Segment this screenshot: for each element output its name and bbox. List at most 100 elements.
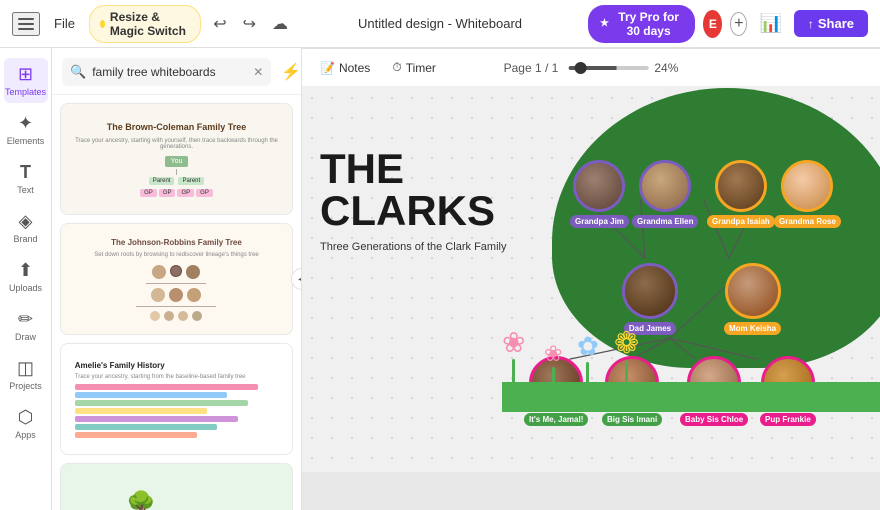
pro-button[interactable]: ★ Try Pro for 30 days <box>588 5 695 43</box>
sidebar-item-elements[interactable]: ✦ Elements <box>4 107 48 152</box>
share-button[interactable]: ↑ Share <box>794 10 868 37</box>
sidebar-item-elements-label: Elements <box>7 136 45 146</box>
templates-scroll: The Brown-Coleman Family Tree Trace your… <box>52 95 301 510</box>
notes-button[interactable]: 📝 Notes <box>314 58 376 78</box>
person-label-imani: Big Sis Imani <box>602 413 662 426</box>
sidebar-item-templates[interactable]: ⊞ Templates <box>4 58 48 103</box>
person-mom-keisha: Mom Keisha <box>724 263 781 335</box>
hamburger-menu[interactable] <box>12 12 40 36</box>
notes-icon: 📝 <box>320 61 335 75</box>
template-card-1[interactable]: The Brown-Coleman Family Tree Trace your… <box>60 103 293 215</box>
person-label-grandma-ellen: Grandma Ellen <box>632 215 698 228</box>
flower-pink: ❀ <box>502 326 525 387</box>
design-subtitle: Three Generations of the Clark Family <box>320 240 506 255</box>
analytics-button[interactable]: 📊 <box>755 11 785 36</box>
grass-strip <box>502 382 880 412</box>
person-label-grandma-rose: Grandma Rose <box>774 215 841 228</box>
redo-icon: ↪ <box>243 14 256 34</box>
sidebar-item-draw[interactable]: ✏ Draw <box>4 303 48 348</box>
person-dad-james: Dad James <box>622 263 678 335</box>
flower-blue-icon: ✿ <box>577 331 599 362</box>
person-label-jamal: It's Me, Jamal! <box>524 413 588 426</box>
template-1-title: The Brown-Coleman Family Tree <box>107 122 247 132</box>
search-input-wrap: 🔍 ✕ <box>62 58 271 86</box>
timer-icon: ⏱ <box>392 60 401 75</box>
sidebar-item-brand-label: Brand <box>13 234 37 244</box>
person-grandpa-isaiah: Grandpa Isaiah <box>707 160 775 228</box>
canvas-area[interactable]: Position THE CLARKS Three Generations of… <box>302 48 880 510</box>
brand-dot-icon <box>100 20 105 28</box>
sidebar-item-text-label: Text <box>17 185 34 195</box>
search-input[interactable] <box>92 65 247 79</box>
timer-label: Timer <box>406 61 436 75</box>
design-title-line1: THE CLARKS <box>320 148 506 232</box>
template-card-3[interactable]: Amelie's Family History Trace your ances… <box>60 343 293 455</box>
sidebar-item-draw-label: Draw <box>15 332 36 342</box>
design-canvas: THE CLARKS Three Generations of the Clar… <box>302 68 880 472</box>
template-3-title: Amelie's Family History <box>75 361 278 370</box>
templates-panel: 🔍 ✕ ⚡ The Brown-Coleman Family Tree Trac… <box>52 48 302 510</box>
sidebar-item-apps[interactable]: ⬡ Apps <box>4 401 48 446</box>
flower-yellow-icon: ❁ <box>614 326 639 361</box>
person-label-grandpa-jim: Grandpa Jim <box>570 215 629 228</box>
file-menu[interactable]: File <box>48 12 81 35</box>
person-grandpa-jim: Grandpa Jim <box>570 160 629 228</box>
page-info: Page 1 / 1 <box>504 61 559 75</box>
brand-pill[interactable]: Resize & Magic Switch <box>89 5 201 43</box>
title-section: THE CLARKS Three Generations of the Clar… <box>320 148 506 255</box>
person-label-frankie: Pup Frankie <box>760 413 816 426</box>
cloud-icon: ☁ <box>272 14 288 34</box>
tree-blob <box>552 88 880 368</box>
zoom-slider-wrap: 24% <box>568 61 678 75</box>
sidebar-item-text[interactable]: T Text <box>4 156 48 201</box>
flower-pink-icon: ❀ <box>502 326 525 359</box>
redo-button[interactable]: ↪ <box>239 10 260 38</box>
design-title[interactable]: Untitled design - Whiteboard <box>358 16 522 31</box>
undo-icon: ↩ <box>213 14 226 34</box>
flower-pink-2-icon: ❀ <box>544 341 562 367</box>
cloud-save-button[interactable]: ☁ <box>268 10 292 38</box>
sidebar-item-projects-label: Projects <box>9 381 42 391</box>
person-label-chloe: Baby Sis Chloe <box>680 413 748 426</box>
flower-yellow: ❁ <box>614 326 639 387</box>
person-label-mom-keisha: Mom Keisha <box>724 322 781 335</box>
person-label-grandpa-isaiah: Grandpa Isaiah <box>707 215 775 228</box>
topbar: File Resize & Magic Switch ↩ ↪ ☁ Untitle… <box>0 0 880 48</box>
timer-button[interactable]: ⏱ Timer <box>386 57 442 78</box>
uploads-icon: ⬆ <box>18 260 33 281</box>
zoom-percentage: 24% <box>654 61 678 75</box>
filter-button[interactable]: ⚡ <box>277 58 302 86</box>
person-grandma-ellen: Grandma Ellen <box>632 160 698 228</box>
draw-icon: ✏ <box>18 309 33 330</box>
sidebar-item-apps-label: Apps <box>15 430 36 440</box>
share-icon: ↑ <box>808 17 814 31</box>
sidebar-item-uploads[interactable]: ⬆ Uploads <box>4 254 48 299</box>
undo-button[interactable]: ↩ <box>209 10 230 38</box>
flower-pink-2: ❀ <box>544 341 562 387</box>
pro-label: Try Pro for 30 days <box>614 10 683 38</box>
brand-icon: ◈ <box>19 211 33 232</box>
sidebar-item-projects[interactable]: ◫ Projects <box>4 352 48 397</box>
person-grandma-rose: Grandma Rose <box>774 160 841 228</box>
star-icon: ★ <box>600 18 609 29</box>
add-collaborator-button[interactable]: + <box>730 12 747 36</box>
sidebar-item-brand[interactable]: ◈ Brand <box>4 205 48 250</box>
zoom-slider[interactable] <box>568 66 648 70</box>
template-card-2[interactable]: The Johnson-Robbins Family Tree Set down… <box>60 223 293 335</box>
templates-icon: ⊞ <box>18 64 33 85</box>
brand-label: Resize & Magic Switch <box>110 10 190 38</box>
notes-label: Notes <box>339 61 370 75</box>
tree-container: Grandpa Jim Grandma Ellen Grandpa Isaiah <box>502 88 880 412</box>
text-icon: T <box>20 162 31 183</box>
projects-icon: ◫ <box>17 358 34 379</box>
sidebar-item-templates-label: Templates <box>5 87 46 97</box>
clear-search-button[interactable]: ✕ <box>253 65 263 79</box>
apps-icon: ⬡ <box>18 407 34 428</box>
elements-icon: ✦ <box>18 113 33 134</box>
main-area: ⊞ Templates ✦ Elements T Text ◈ Brand ⬆ … <box>0 48 880 510</box>
search-bar: 🔍 ✕ ⚡ <box>52 48 301 95</box>
canvas-background: Position THE CLARKS Three Generations of… <box>302 48 880 472</box>
flower-blue: ✿ <box>577 331 599 387</box>
template-card-4[interactable]: 🌳 My Family Tree <box>60 463 293 510</box>
avatar[interactable]: E <box>703 10 722 38</box>
